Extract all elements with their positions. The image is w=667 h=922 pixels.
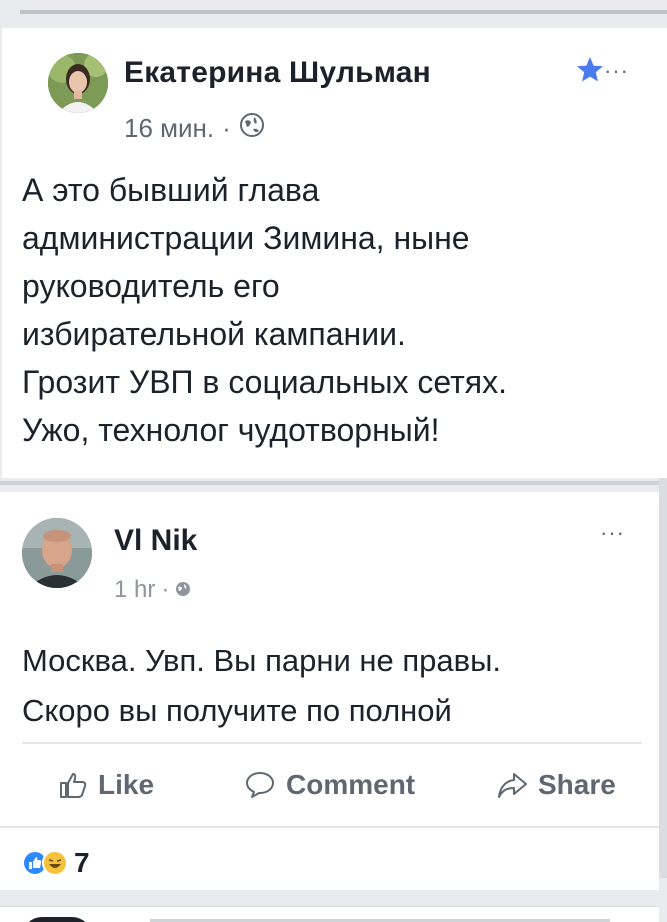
embedded-card-border [0, 481, 660, 485]
thumbs-up-icon [58, 770, 88, 800]
feed-background-top [0, 0, 667, 18]
post-text: А это бывший глава администрации Зимина,… [22, 166, 652, 454]
share-label: Share [538, 769, 616, 800]
post-time[interactable]: 1 hr [114, 576, 155, 604]
post-text-line: администрации Зимина, ныне [22, 220, 470, 256]
post-text-line: избирательной кампании. [22, 316, 406, 352]
speech-bubble-icon [244, 770, 276, 800]
post-text-line: Москва. Увп. Вы парни не правы. [22, 643, 501, 678]
post-text-line: Ужо, технолог чудотворный! [22, 412, 440, 448]
post-meta: 16 мин. · [124, 112, 265, 145]
post-meta: 1 hr · [114, 576, 191, 604]
globe-icon [175, 576, 191, 604]
post-time[interactable]: 16 мин. [124, 113, 214, 144]
previous-card-edge [20, 10, 667, 14]
divider [22, 742, 642, 744]
author-avatar[interactable] [48, 53, 108, 113]
post-actions: Like Comment Share [0, 760, 659, 810]
like-label: Like [98, 769, 155, 800]
post-text-line: Скоро вы получите по полной [22, 693, 452, 728]
share-button[interactable]: Share [496, 760, 616, 810]
share-arrow-icon [496, 770, 528, 800]
more-options-button[interactable]: ··· [604, 58, 629, 84]
author-name[interactable]: Екатерина Шульман [124, 56, 431, 90]
next-card-edge [0, 906, 659, 922]
scrollbar[interactable] [659, 478, 667, 878]
haha-reaction-icon [42, 850, 68, 876]
author-avatar[interactable] [22, 518, 92, 588]
meta-separator: · [222, 113, 231, 143]
post-text-line: Грозит УВП в социальных сетях. [22, 364, 507, 400]
like-button[interactable]: Like [58, 760, 154, 810]
meta-separator: · [161, 576, 170, 603]
star-icon[interactable] [574, 54, 606, 86]
author-name[interactable]: Vl Nik [114, 524, 197, 558]
comment-button[interactable]: Comment [244, 760, 415, 810]
post-text-line: А это бывший глава [22, 172, 320, 208]
reaction-count: 7 [74, 847, 90, 878]
post-text-line: руководитель его [22, 268, 280, 304]
next-card-avatar [22, 917, 92, 922]
divider [0, 826, 659, 828]
reaction-summary[interactable]: 7 [22, 847, 90, 878]
post-text: Москва. Увп. Вы парни не правы. Скоро вы… [22, 636, 652, 736]
more-options-button[interactable]: ··· [600, 520, 625, 546]
comment-label: Comment [286, 769, 416, 800]
globe-icon [239, 112, 265, 145]
